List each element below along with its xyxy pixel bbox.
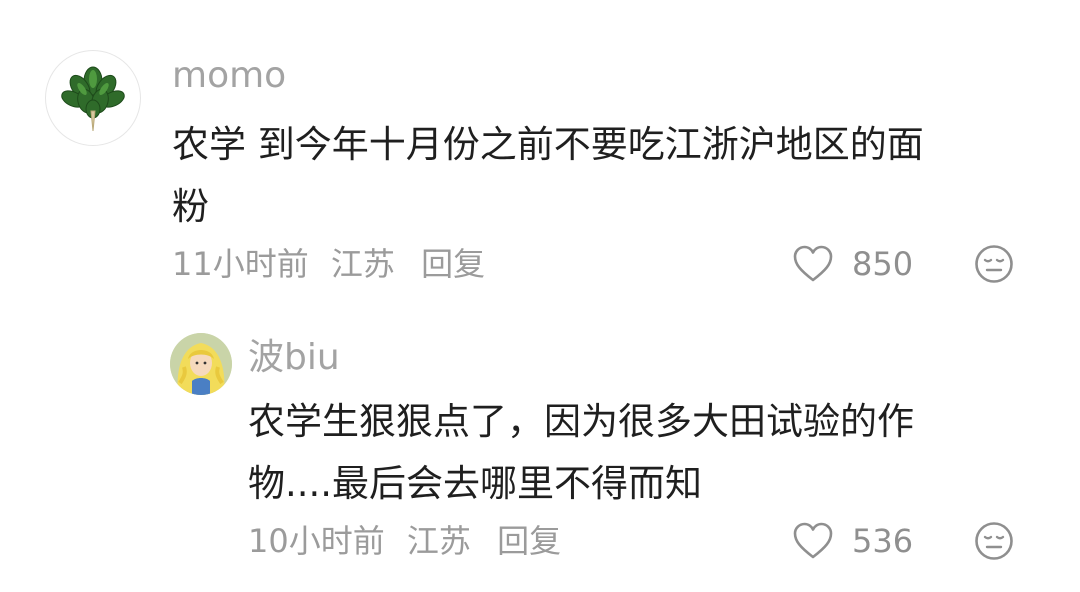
comment-meta: 11小时前 江苏 回复 bbox=[172, 244, 485, 284]
comment-text: 农学 到今年十月份之前不要吃江浙沪地区的面 粉 bbox=[172, 114, 924, 238]
comment-location: 江苏 bbox=[330, 245, 395, 283]
reaction-button[interactable] bbox=[974, 521, 1014, 561]
comment-text-line: 农学 到今年十月份之前不要吃江浙沪地区的面 bbox=[172, 123, 924, 166]
heart-icon bbox=[793, 245, 833, 282]
reply-text: 农学生狠狠点了，因为很多大田试验的作 物....最后会去哪里不得而知 bbox=[248, 391, 914, 515]
like-count: 850 bbox=[852, 245, 914, 283]
reply-button[interactable]: 回复 bbox=[421, 244, 485, 284]
reply-username[interactable]: 波biu bbox=[248, 336, 340, 380]
neutral-face-icon bbox=[975, 522, 1013, 560]
cartoon-avatar-icon bbox=[170, 333, 232, 395]
comment-text-line: 粉 bbox=[172, 185, 209, 228]
reply-text-line: 物....最后会去哪里不得而知 bbox=[248, 462, 703, 505]
reply-time: 10小时前 bbox=[248, 522, 385, 560]
reply-text-line: 农学生狠狠点了，因为很多大田试验的作 bbox=[248, 400, 914, 443]
reaction-button[interactable] bbox=[974, 244, 1014, 284]
like-button[interactable]: 536 bbox=[792, 521, 913, 561]
like-count: 536 bbox=[852, 522, 914, 560]
reply-meta: 10小时前 江苏 回复 bbox=[248, 521, 561, 561]
reply-button[interactable]: 回复 bbox=[497, 521, 561, 561]
leaves-avatar-icon bbox=[61, 66, 125, 132]
reply-location: 江苏 bbox=[406, 522, 471, 560]
heart-icon bbox=[793, 522, 833, 559]
neutral-face-icon bbox=[975, 245, 1013, 283]
like-button[interactable]: 850 bbox=[792, 244, 913, 284]
comment-username[interactable]: momo bbox=[172, 54, 286, 98]
comment-time: 11小时前 bbox=[172, 245, 309, 283]
avatar[interactable] bbox=[170, 333, 232, 395]
avatar[interactable] bbox=[45, 50, 141, 146]
